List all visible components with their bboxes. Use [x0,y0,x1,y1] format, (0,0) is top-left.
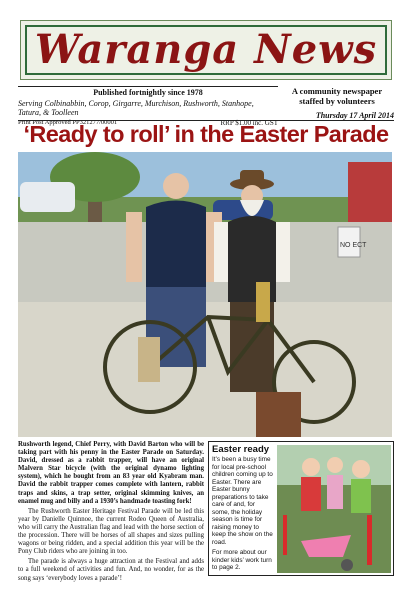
issue-date: Thursday 17 April 2014 [315,111,394,120]
serving-towns: Serving Colbinabbin, Corop, Girgarre, Mu… [18,99,254,117]
sidebar-more: For more about our kinder kids’ work tur… [212,549,272,571]
masthead-frame: Waranga News [25,25,387,75]
sidebar-title: Easter ready [212,444,270,455]
headline: ‘Ready to roll’ in the Easter Parade [23,121,390,147]
divider [18,86,278,87]
masthead-title: Waranga News [34,26,378,73]
easter-ready-box: Easter ready It’s been a busy time for l… [208,441,394,576]
kinder-kids-illustration [277,445,391,573]
sidebar-text: Easter ready It’s been a busy time for l… [212,444,274,575]
community-tagline: A community newspaper staffed by volunte… [291,86,383,106]
parade-photo-illustration: NO ECT [18,152,392,437]
masthead: Waranga News [20,20,392,80]
lead-story: Rushworth legend, Chief Perry, with Davi… [18,441,204,585]
kinder-kids-photo [277,445,391,573]
parade-photo: NO ECT [18,152,392,437]
story-paragraph: The Rushworth Easter Heritage Festival P… [18,507,204,556]
no-entry-sign: NO ECT [340,242,367,249]
publication-frequency: Published fortnightly since 1978 [93,88,203,97]
story-paragraph: The parade is always a huge attraction a… [18,558,204,582]
sidebar-body: It’s been a busy time for local pre-scho… [212,456,273,546]
story-lead: Rushworth legend, Chief Perry, with Davi… [18,441,204,505]
